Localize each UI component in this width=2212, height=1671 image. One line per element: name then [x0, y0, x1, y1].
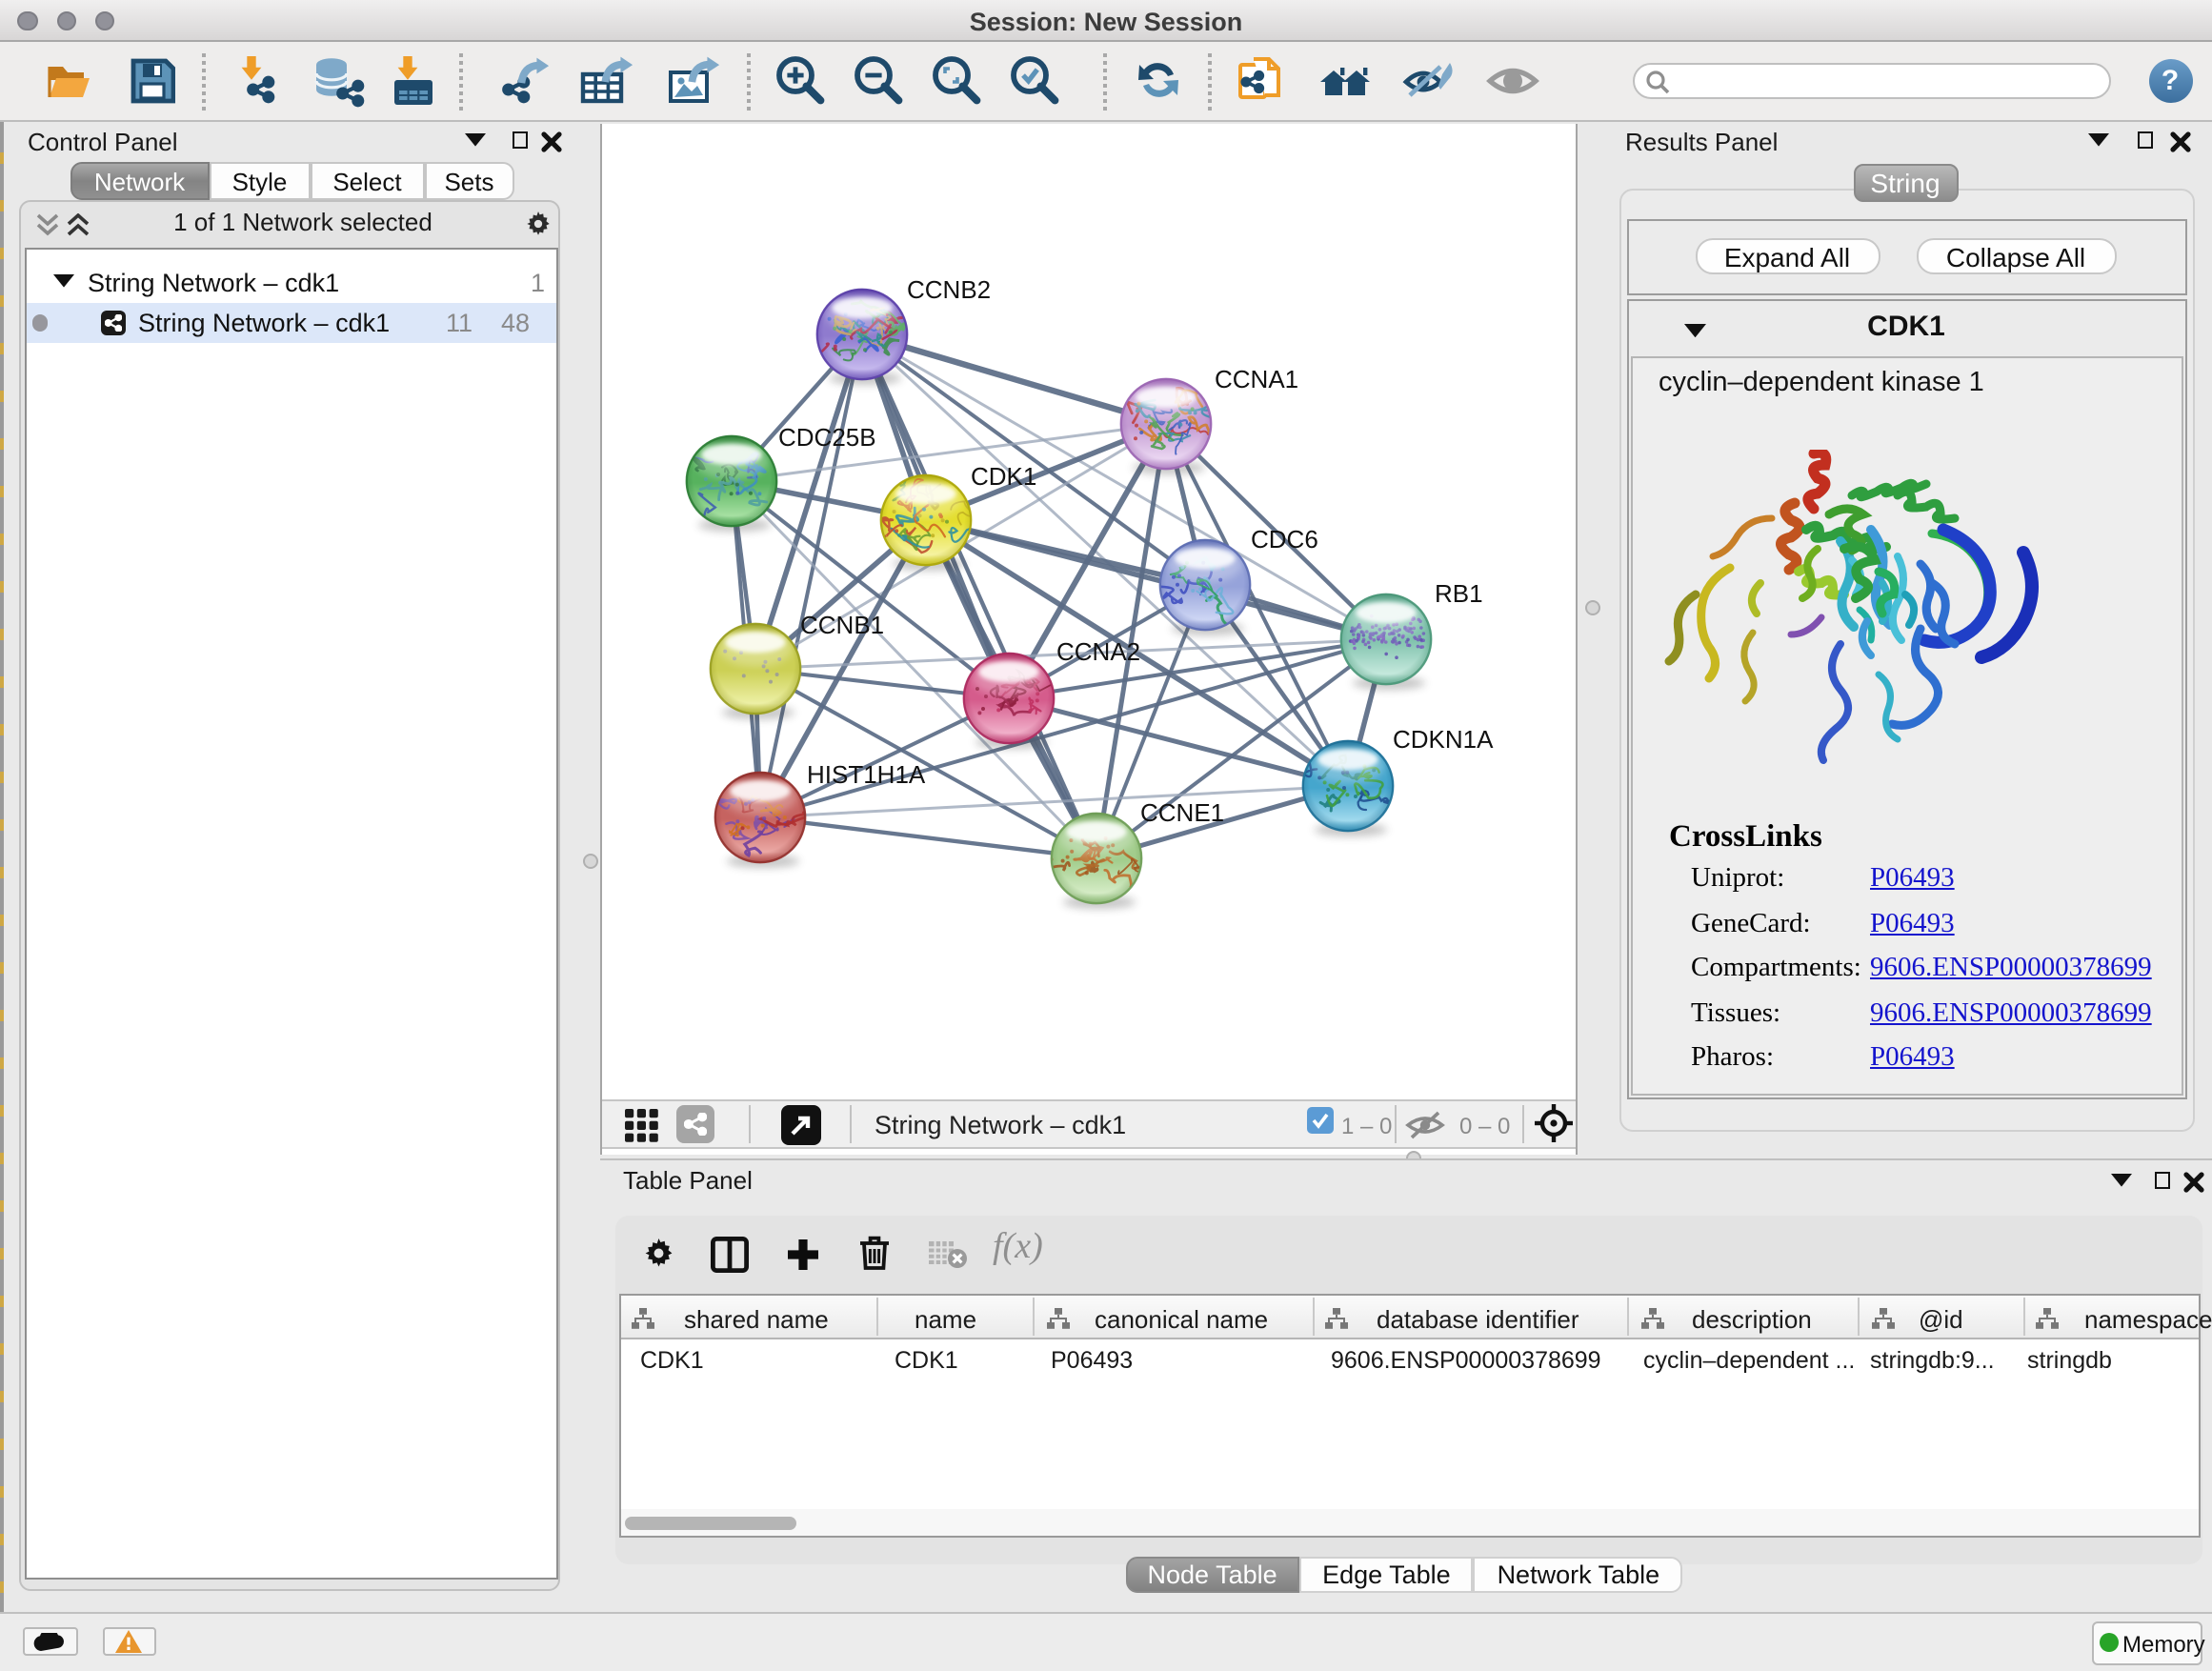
- svg-text:RB1: RB1: [1434, 578, 1482, 607]
- svg-text:CCNB1: CCNB1: [799, 610, 883, 638]
- svg-text:CCNE1: CCNE1: [1139, 797, 1223, 826]
- svg-text:CDKN1A: CDKN1A: [1392, 724, 1493, 753]
- svg-text:CDC6: CDC6: [1250, 524, 1317, 553]
- svg-text:CCNA2: CCNA2: [1056, 636, 1139, 665]
- svg-text:HIST1H1A: HIST1H1A: [806, 759, 925, 788]
- svg-text:CDK1: CDK1: [970, 461, 1036, 490]
- svg-text:CCNA1: CCNA1: [1214, 364, 1297, 393]
- svg-text:CCNB2: CCNB2: [906, 274, 990, 303]
- svg-text:CDC25B: CDC25B: [777, 422, 875, 451]
